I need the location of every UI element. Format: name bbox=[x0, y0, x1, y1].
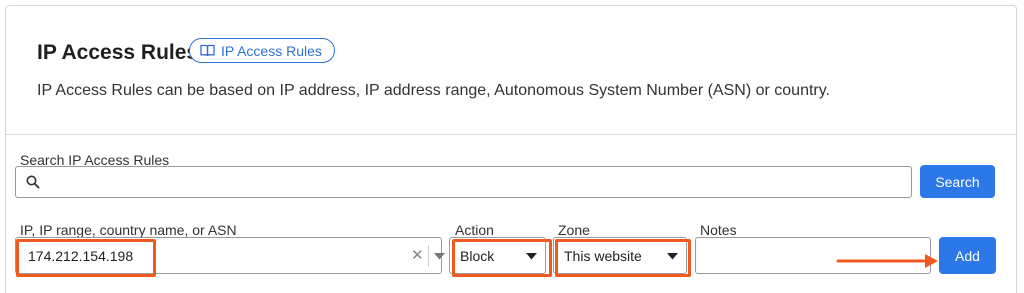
clear-icon[interactable]: ✕ bbox=[411, 246, 424, 264]
card-header: IP Access Rules IP Access Rules IP Acces… bbox=[6, 6, 1016, 134]
documentation-link-label: IP Access Rules bbox=[221, 42, 322, 59]
combo-separator bbox=[428, 245, 429, 267]
zone-label: Zone bbox=[558, 222, 590, 238]
ip-input-value: 174.212.154.198 bbox=[28, 248, 134, 264]
arrow-annotation bbox=[836, 254, 938, 268]
action-select-value: Block bbox=[460, 248, 495, 264]
chevron-down-icon bbox=[667, 253, 678, 260]
chevron-down-icon bbox=[526, 253, 537, 260]
zone-select-value: This website bbox=[564, 248, 642, 264]
page-title: IP Access Rules bbox=[37, 41, 199, 64]
search-icon bbox=[26, 175, 40, 189]
search-input[interactable] bbox=[50, 167, 900, 197]
zone-select[interactable]: This website bbox=[553, 237, 687, 274]
search-field[interactable] bbox=[15, 166, 912, 198]
action-select[interactable]: Block bbox=[449, 237, 546, 274]
page-description: IP Access Rules can be based on IP addre… bbox=[37, 82, 830, 99]
ip-input-combobox[interactable]: 174.212.154.198 ✕ bbox=[15, 237, 445, 274]
search-button[interactable]: Search bbox=[920, 165, 995, 198]
header-divider bbox=[6, 134, 1016, 135]
notes-label: Notes bbox=[700, 222, 737, 238]
chevron-down-icon[interactable] bbox=[434, 253, 445, 260]
add-button[interactable]: Add bbox=[939, 237, 996, 274]
ip-field-label: IP, IP range, country name, or ASN bbox=[20, 222, 237, 238]
action-label: Action bbox=[455, 222, 494, 238]
book-icon bbox=[200, 44, 215, 57]
documentation-link[interactable]: IP Access Rules bbox=[189, 38, 335, 63]
